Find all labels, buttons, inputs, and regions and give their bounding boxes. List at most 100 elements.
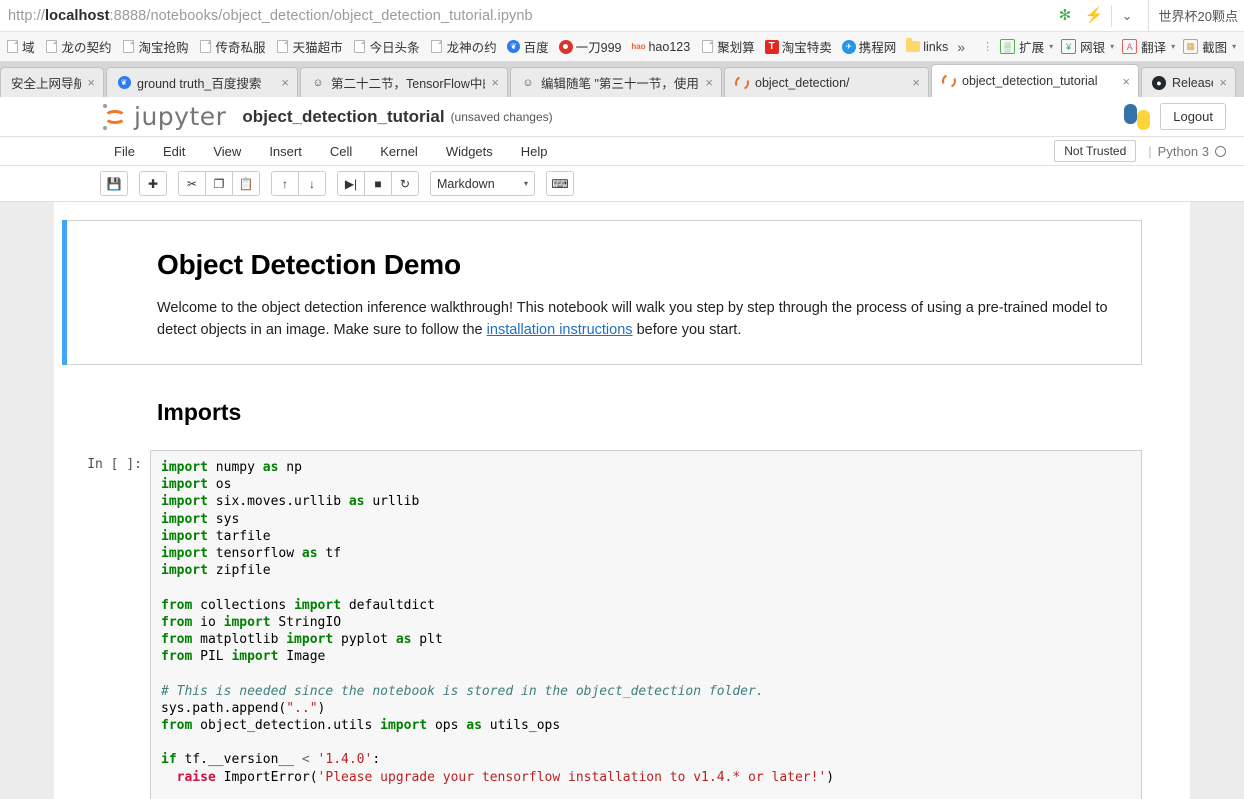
menu-item-insert[interactable]: Insert [255, 139, 316, 164]
chevron-down-icon[interactable]: ▾ [1171, 42, 1175, 51]
menu-item-help[interactable]: Help [507, 139, 562, 164]
bookmarks-overflow-icon[interactable]: » [953, 39, 969, 55]
bookmark-item[interactable]: 域 [0, 32, 40, 61]
bookmark-item[interactable]: 一刀999 [554, 32, 627, 61]
code-token: import [161, 511, 208, 527]
bookmark-item[interactable]: 龙神の约 [425, 32, 502, 61]
bookmark-item[interactable]: hao hao123 [626, 32, 695, 61]
save-button[interactable]: 💾 [100, 171, 128, 196]
stop-kernel-button[interactable]: ■ [364, 171, 392, 196]
code-token: from [161, 717, 193, 733]
bookmark-item[interactable]: 今日头条 [348, 32, 425, 61]
lightning-green-icon[interactable]: ⚡ [1085, 7, 1104, 24]
bookmark-item[interactable]: 传奇私服 [194, 32, 271, 61]
restart-kernel-button[interactable]: ↻ [391, 171, 419, 196]
menubar-right: Not Trusted | Python 3 [1054, 140, 1244, 162]
cut-cell-button[interactable]: ✂ [178, 171, 206, 196]
insert-cell-below-button[interactable]: ✚ [139, 171, 167, 196]
document-icon [5, 40, 19, 54]
run-cell-button[interactable]: ▶| [337, 171, 365, 196]
tab-close-icon[interactable]: × [912, 75, 920, 90]
notebook-title[interactable]: object_detection_tutorial [242, 107, 444, 127]
tab-label: 编辑随笔 "第三十一节，使用… [541, 77, 700, 91]
save-status: (unsaved changes) [450, 109, 553, 124]
browser-tab[interactable]: ● Release × [1141, 67, 1236, 97]
menu-item-cell[interactable]: Cell [316, 139, 366, 164]
toolbar-group: ⌨ [546, 171, 574, 196]
chevron-down-icon[interactable]: ▾ [524, 179, 528, 188]
code-token: 'Please upgrade your tensorflow installa… [317, 769, 827, 785]
url-host: localhost [44, 7, 110, 24]
menu-item-view[interactable]: View [199, 139, 255, 164]
jupyter-logo[interactable]: jupyter [100, 102, 226, 132]
tab-close-icon[interactable]: × [281, 75, 289, 90]
cell-type-select[interactable]: Markdown ▾ [430, 171, 535, 196]
online-banking-button[interactable]: ¥ 网银 ▾ [1057, 32, 1118, 61]
code-token: object_detection.utils [192, 717, 381, 733]
tab-close-icon[interactable]: × [1122, 74, 1130, 89]
bookmark-item[interactable]: 天猫超市 [271, 32, 348, 61]
bookmark-item[interactable]: ❦ 百度 [502, 32, 554, 61]
markdown-cell-selected[interactable]: Object Detection Demo Welcome to the obj… [62, 220, 1142, 365]
news-ticker[interactable]: 世界杯20颗点 [1147, 0, 1244, 32]
tab-close-icon[interactable]: × [87, 75, 95, 90]
browser-tab[interactable]: ☺ 第二十二节，TensorFlow中的 × [300, 67, 508, 97]
screenshot-button[interactable]: ▦ 截图 ▾ [1179, 32, 1240, 61]
code-line: import numpy as np [161, 459, 1131, 476]
chevron-down-icon[interactable]: ▾ [1049, 42, 1053, 51]
tab-close-icon[interactable]: × [1219, 75, 1227, 90]
code-token: os [207, 477, 232, 493]
bookmark-item[interactable]: 淘宝抢购 [117, 32, 194, 61]
bookmark-item[interactable]: 龙の契约 [40, 32, 117, 61]
browser-tab[interactable]: ☺ 编辑随笔 "第三十一节，使用… × [510, 67, 722, 97]
code-line: from object_detection.utils import ops a… [161, 717, 1131, 734]
browser-tab[interactable]: object_detection/ × [724, 67, 929, 97]
code-token: np [278, 459, 302, 475]
trust-status-badge[interactable]: Not Trusted [1054, 140, 1137, 162]
bookmark-item[interactable]: links [901, 32, 953, 61]
code-token: < [301, 752, 310, 768]
move-cell-down-button[interactable]: ↓ [298, 171, 326, 196]
code-editor[interactable]: import numpy as np import os import six.mo… [150, 449, 1142, 799]
code-line: if tf.__version__ < '1.4.0': [161, 751, 1131, 768]
bookmark-item[interactable]: T 淘宝特卖 [760, 32, 837, 61]
command-palette-button[interactable]: ⌨ [546, 171, 574, 196]
shield-green-icon[interactable]: ✻ [1059, 7, 1076, 24]
document-icon [45, 40, 59, 54]
menu-item-kernel[interactable]: Kernel [366, 139, 432, 164]
copy-cell-button[interactable]: ❐ [205, 171, 233, 196]
paste-cell-button[interactable]: 📋 [232, 171, 260, 196]
tab-close-icon[interactable]: × [705, 75, 713, 90]
code-token: ImportError( [215, 769, 318, 785]
document-icon [700, 40, 714, 54]
menu-item-file[interactable]: File [100, 139, 149, 164]
bookmark-item[interactable]: 聚划算 [695, 32, 760, 61]
extensions-button[interactable]: ▒ 扩展 ▾ [996, 32, 1057, 61]
kernel-separator: | [1148, 143, 1152, 159]
browser-tab[interactable]: ❦ ground truth_百度搜索 × [106, 67, 298, 97]
code-token: # This is needed since the notebook is s… [161, 683, 764, 699]
code-token: Image [278, 649, 326, 665]
code-token: tarfile [207, 528, 271, 544]
chevron-down-icon[interactable]: ▾ [1110, 42, 1114, 51]
markdown-cell-body[interactable]: Object Detection Demo Welcome to the obj… [67, 220, 1142, 365]
tab-close-icon[interactable]: × [491, 75, 499, 90]
chevron-down-icon[interactable]: ⌄ [1110, 4, 1141, 27]
logout-button[interactable]: Logout [1160, 103, 1226, 130]
code-cell[interactable]: In [ ]: import numpy as np import os impor… [62, 449, 1142, 799]
menu-item-widgets[interactable]: Widgets [432, 139, 507, 164]
code-token: import [161, 563, 208, 579]
kernel-idle-icon[interactable] [1215, 145, 1226, 157]
translate-button[interactable]: A 翻译 ▾ [1118, 32, 1179, 61]
bookmark-item[interactable]: ✈ 携程网 [837, 32, 902, 61]
browser-chrome: http://localhost:8888/notebooks/object_d… [0, 0, 1244, 97]
move-cell-up-button[interactable]: ↑ [271, 171, 299, 196]
browser-tab-active[interactable]: object_detection_tutorial × [931, 64, 1139, 97]
menu-item-edit[interactable]: Edit [149, 139, 199, 164]
browser-tab[interactable]: 安全上网导航 × [0, 67, 104, 97]
installation-instructions-link[interactable]: installation instructions [487, 322, 633, 338]
chevron-down-icon[interactable]: ▾ [1232, 42, 1236, 51]
cnblogs-favicon: ☺ [522, 76, 534, 89]
address-bar[interactable]: http://localhost:8888/notebooks/object_d… [0, 0, 1052, 32]
code-token: if [161, 752, 177, 768]
